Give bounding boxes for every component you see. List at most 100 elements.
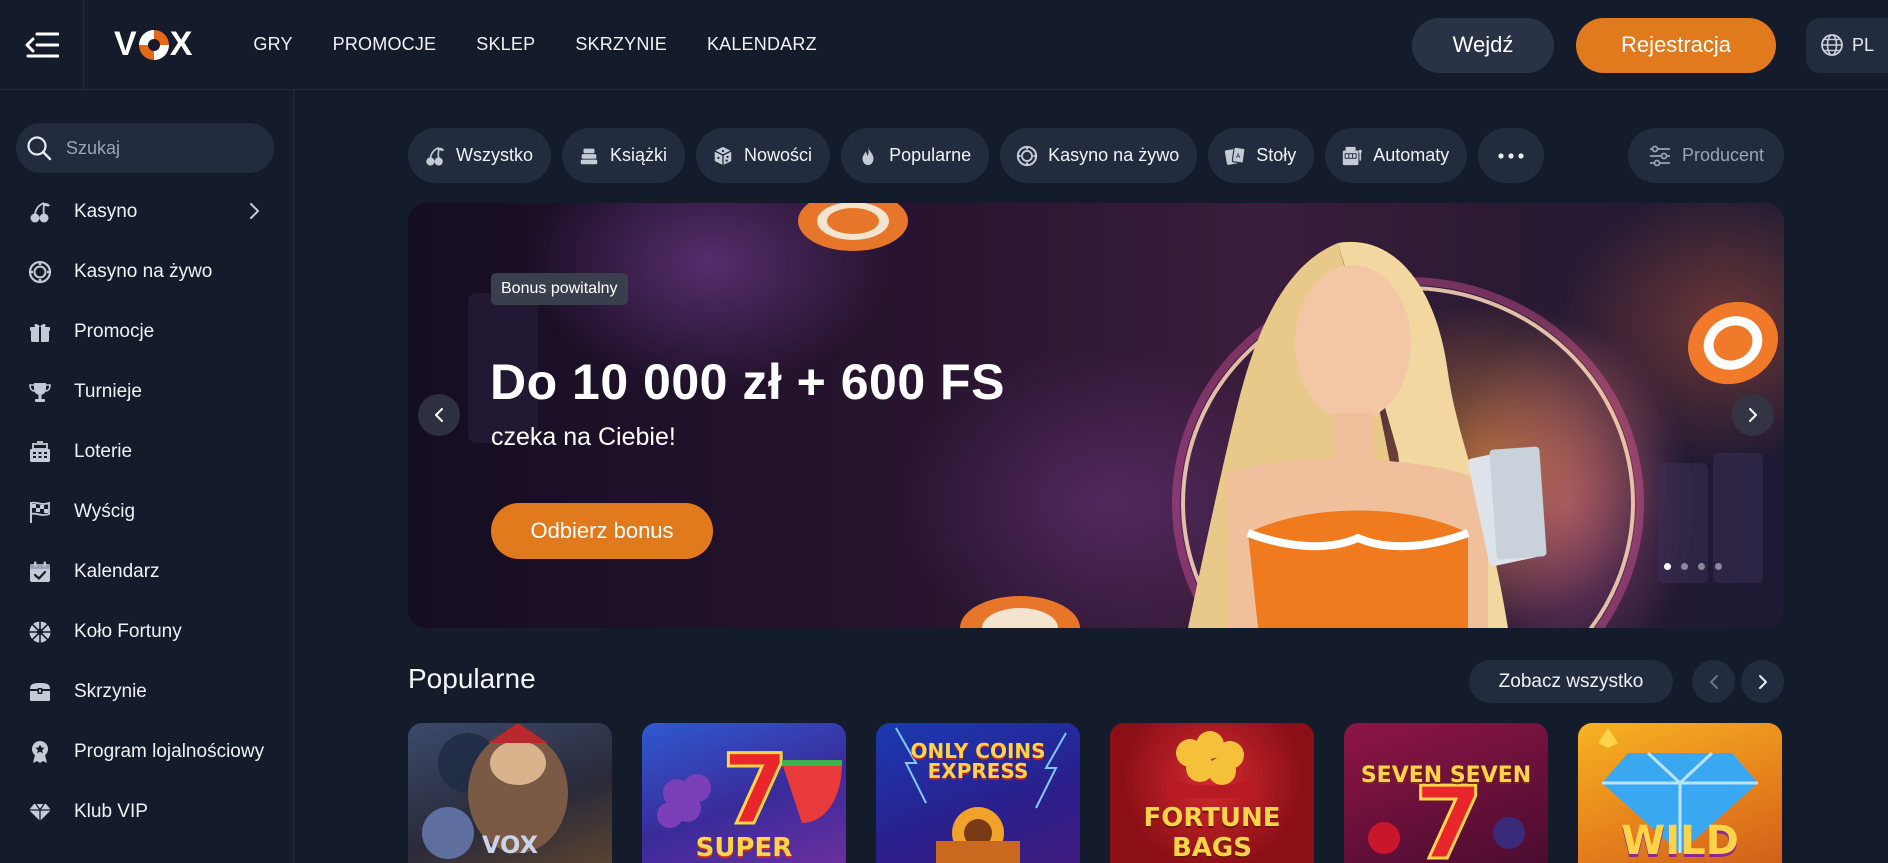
sidebar-item-wheel-of-fortune[interactable]: Koło Fortuny [0,602,294,662]
sidebar-item-loyalty-program[interactable]: Program lojalnościowy [0,722,294,782]
claim-bonus-button[interactable]: Odbierz bonus [491,503,713,559]
chip-label: Wszystko [456,145,534,165]
sidebar-item-label: Wyścig [74,501,136,522]
svg-text:A: A [1236,151,1241,159]
register-button[interactable]: Rejestracja [1576,17,1776,73]
more-dots-icon [1498,152,1524,159]
game-tile[interactable]: 7 SEVEN SEVEN [1344,723,1548,863]
logo-chip-icon [138,29,169,60]
search-icon [27,136,52,161]
sidebar-item-label: Klub VIP [74,801,148,822]
game-tile[interactable]: ONLY COINS EXPRESS [876,723,1080,863]
carousel-dot[interactable] [1681,563,1688,570]
nav-games[interactable]: GRY [253,34,292,55]
game-tile[interactable]: WILD [1578,723,1782,863]
trophy-icon [28,380,52,404]
sidebar-item-label: Turnieje [74,381,142,402]
nav-calendar[interactable]: KALENDARZ [707,34,817,55]
banner-prev-button[interactable] [418,394,460,436]
game-tile[interactable]: FORTUNE BAGS [1110,723,1314,863]
wheel-icon [28,620,52,644]
sidebar-item-casino[interactable]: Kasyno [0,182,294,242]
sidebar-item-label: Kasyno [74,201,138,222]
filter-tables[interactable]: A Stoły [1208,128,1315,183]
sidebar-item-vip-club[interactable]: Klub VIP [0,782,294,842]
sidebar-item-label: Promocje [74,321,155,342]
logo-x: X [169,25,194,63]
carousel-dot[interactable] [1715,563,1722,570]
game-title: VOX [481,831,539,859]
sidebar-item-tournaments[interactable]: Turnieje [0,362,294,422]
gift-icon [28,320,52,344]
sidebar-item-label: Program lojalnościowy [74,741,265,762]
chip-icon [1016,145,1038,167]
svg-text:7: 7 [722,734,789,846]
carousel-dot[interactable] [1698,563,1705,570]
chip-label: Książki [610,145,668,165]
chip-label: Popularne [889,145,972,165]
poker-chip-bottom [960,596,1080,628]
carousel-dot[interactable] [1664,563,1671,570]
cherries-icon [424,145,446,167]
chevron-left-icon [1709,674,1718,689]
chest-icon [28,680,52,704]
logo[interactable]: VX [114,25,193,64]
nav-promotions[interactable]: PROMOCJE [333,34,437,55]
chip-icon [28,260,52,284]
sidebar-item-lotteries[interactable]: Loterie [0,422,294,482]
fire-icon [857,145,879,167]
game-title: WILD [1621,818,1739,863]
nav-chests[interactable]: SKRZYNIE [575,34,667,55]
filter-new[interactable]: Nowości [696,128,831,183]
game-title: SUPER [695,833,793,863]
menu-toggle-button[interactable] [0,0,84,90]
nav-shop[interactable]: SKLEP [476,34,535,55]
chip-label: Kasyno na żywo [1048,145,1180,165]
section-title-popular: Popularne [408,663,536,694]
see-all-button[interactable]: Zobacz wszystko [1469,660,1673,703]
search-input[interactable] [66,137,246,159]
checkered-flag-icon [28,500,52,524]
sidebar-item-calendar[interactable]: Kalendarz [0,542,294,602]
chip-label: Automaty [1373,145,1450,165]
calendar-icon [28,560,52,584]
popular-games-row: VOX 7 SUPER ONLY COINS EXPRESS FORTUNE B… [408,723,1782,863]
filter-slots[interactable]: Automaty [1325,128,1468,183]
poker-chip-top [798,203,908,251]
game-title: FORTUNE BAGS [1143,803,1281,863]
top-nav: GRY PROMOCJE SKLEP SKRZYNIE KALENDARZ [253,34,856,55]
chevron-right-icon [1758,674,1767,689]
more-filters-button[interactable] [1478,128,1545,183]
game-tile[interactable]: 7 SUPER [642,723,846,863]
banner-illustration [468,203,1778,628]
sidebar-item-live-casino[interactable]: Kasyno na żywo [0,242,294,302]
producer-filter-button[interactable]: Producent [1628,128,1784,183]
sidebar-item-race[interactable]: Wyścig [0,482,294,542]
globe-icon [1821,34,1843,56]
filter-all[interactable]: Wszystko [408,128,552,183]
filter-books[interactable]: Książki [562,128,686,183]
producer-label: Producent [1681,145,1765,165]
sidebar-item-promotions[interactable]: Promocje [0,302,294,362]
promo-banner: Bonus powitalny Do 10 000 zł + 600 FS cz… [408,203,1784,628]
dice-icon [712,145,734,167]
popular-next-button[interactable] [1741,660,1784,703]
sidebar-item-label: Kasyno na żywo [74,261,213,282]
sidebar: Kasyno Kasyno na żywo Promocje Turnieje [0,90,294,863]
popular-prev-button[interactable] [1692,660,1735,703]
carousel-dots [1664,563,1722,570]
sidebar-menu: Kasyno Kasyno na żywo Promocje Turnieje [0,182,294,842]
game-art: 7 [1368,764,1525,863]
login-button[interactable]: Wejdź [1412,17,1554,73]
banner-next-button[interactable] [1732,394,1774,436]
chevron-right-icon [250,203,259,219]
filter-popular[interactable]: Popularne [841,128,990,183]
diamond-icon [28,800,52,824]
search-box[interactable] [16,123,274,173]
sidebar-item-chests[interactable]: Skrzynie [0,662,294,722]
language-selector[interactable]: PL [1806,17,1888,73]
game-tile[interactable]: VOX [408,723,612,863]
logo-v: V [114,25,138,63]
sidebar-item-label: Skrzynie [74,681,147,702]
filter-live-casino[interactable]: Kasyno na żywo [1000,128,1198,183]
